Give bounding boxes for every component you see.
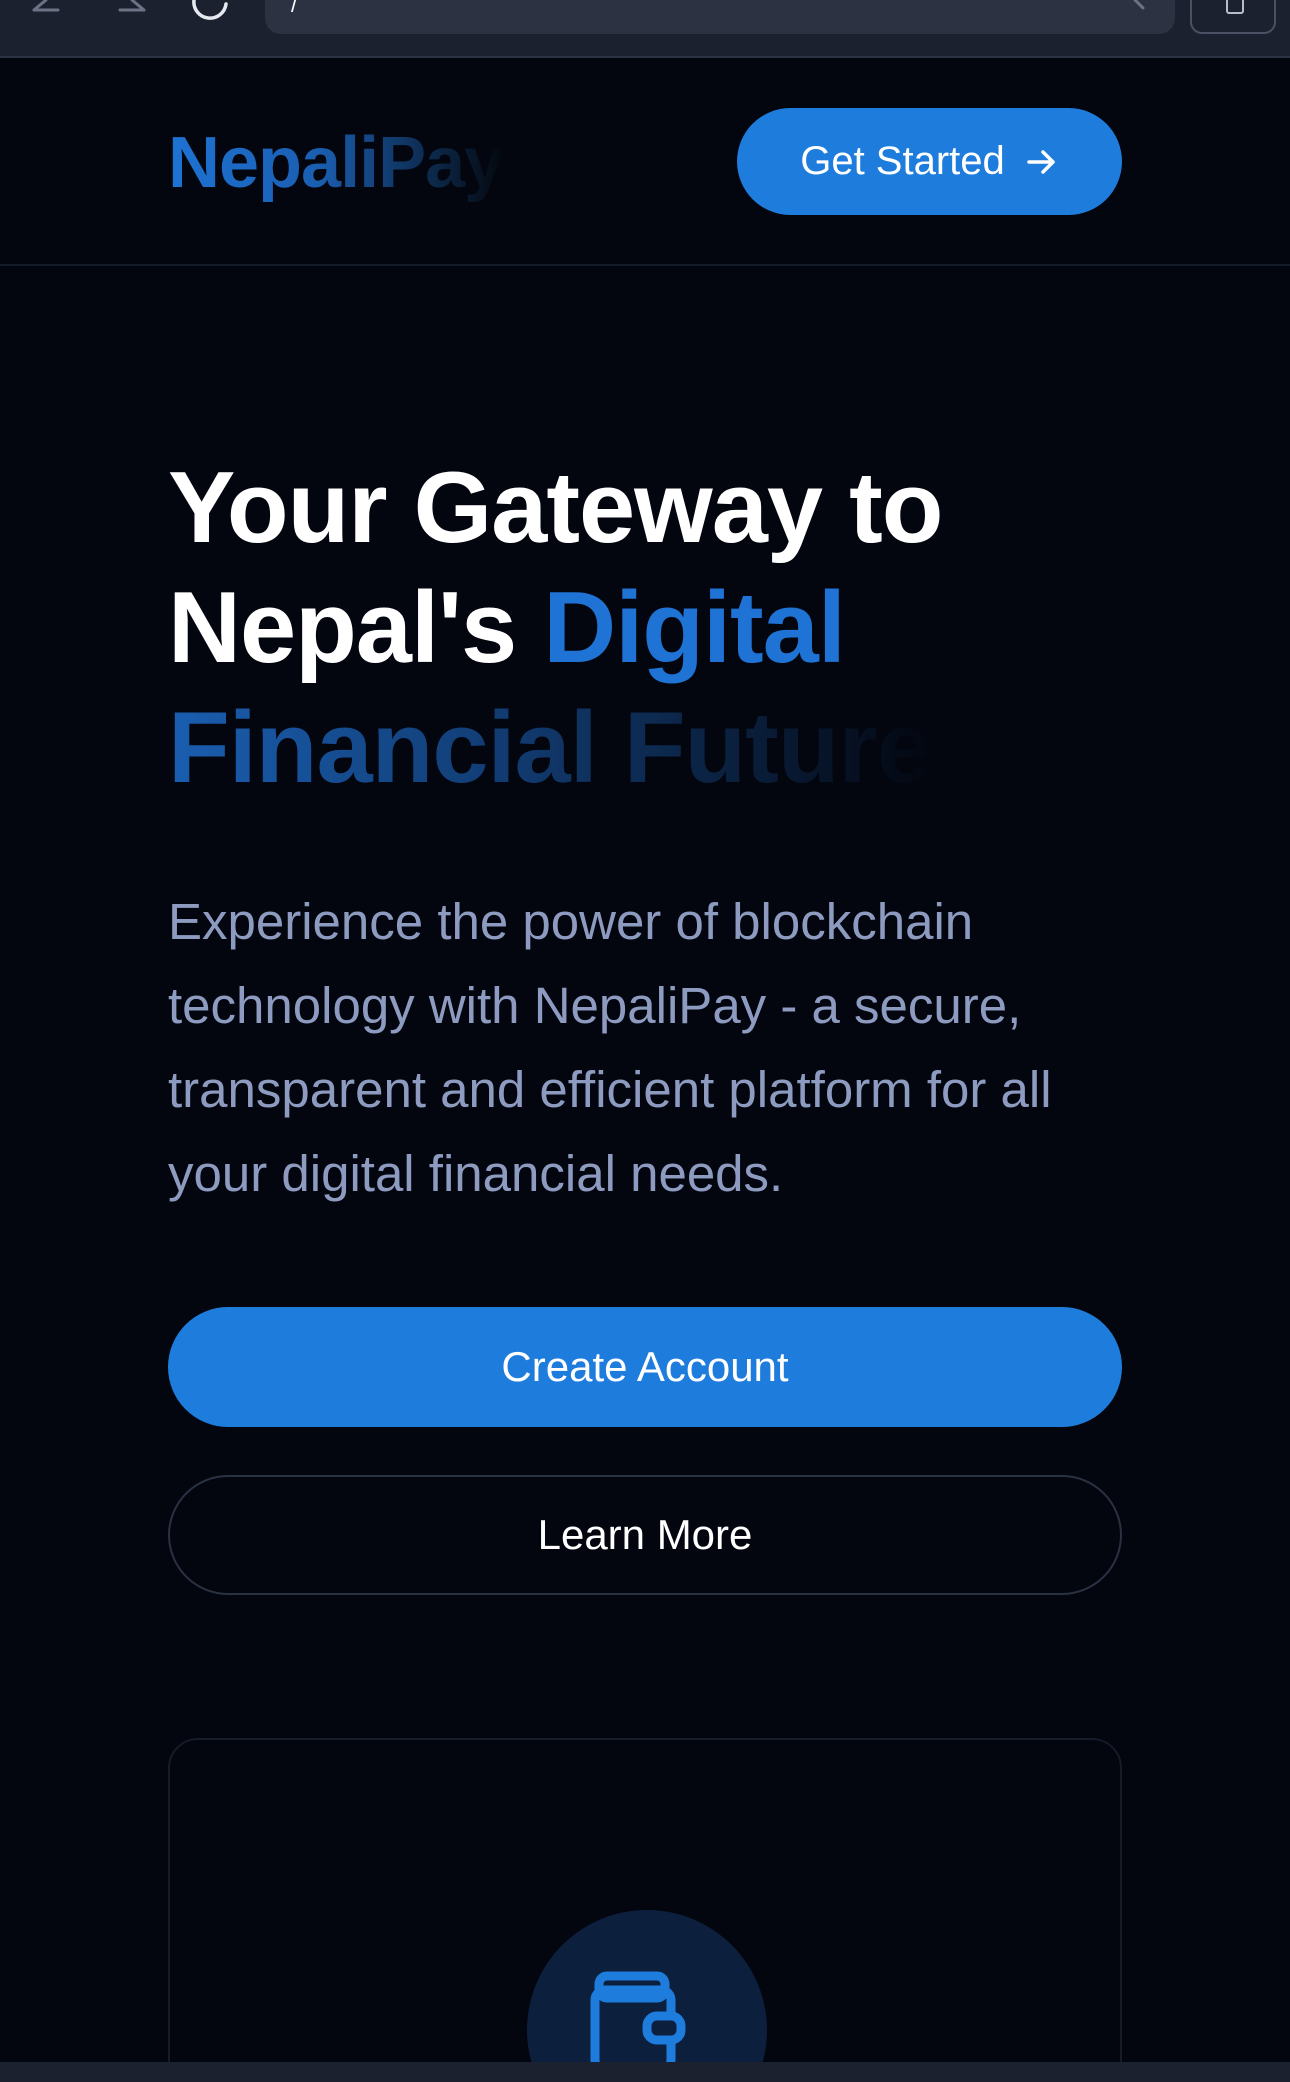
browser-bottom-bar: [0, 2062, 1290, 2082]
arrow-right-icon: [1027, 149, 1055, 174]
url-text: /: [291, 0, 298, 17]
forward-arrow-icon[interactable]: [110, 0, 150, 22]
hero-title-line2: Nepal's: [168, 572, 544, 684]
hero-title-accent: Digital: [543, 572, 846, 684]
chevron-right-icon[interactable]: [1127, 0, 1151, 14]
learn-more-button[interactable]: Learn More: [168, 1475, 1122, 1595]
get-started-button[interactable]: Get Started: [737, 108, 1122, 215]
feature-card: [168, 1738, 1122, 2082]
tabs-button[interactable]: [1190, 0, 1276, 34]
hero-title: Your Gateway to Nepal's Digital Financia…: [168, 448, 1178, 808]
browser-toolbar: /: [0, 0, 1290, 58]
icon-circle: [527, 1910, 767, 2082]
hero-title-line1: Your Gateway to: [168, 452, 943, 564]
tabs-icon: [1226, 0, 1244, 14]
get-started-label: Get Started: [800, 139, 1005, 183]
reload-icon[interactable]: [190, 0, 230, 22]
hero-title-line3: Financial Future: [168, 692, 933, 804]
site-header: NepaliPay Get Started: [0, 60, 1290, 266]
create-account-button[interactable]: Create Account: [168, 1307, 1122, 1427]
address-bar[interactable]: /: [265, 0, 1175, 34]
brand-logo[interactable]: NepaliPay: [168, 122, 504, 204]
hero-description: Experience the power of blockchain techn…: [168, 893, 1052, 1202]
page: / NepaliPay Get Started Your Gateway to …: [0, 0, 1290, 2082]
back-arrow-icon[interactable]: [28, 0, 68, 22]
